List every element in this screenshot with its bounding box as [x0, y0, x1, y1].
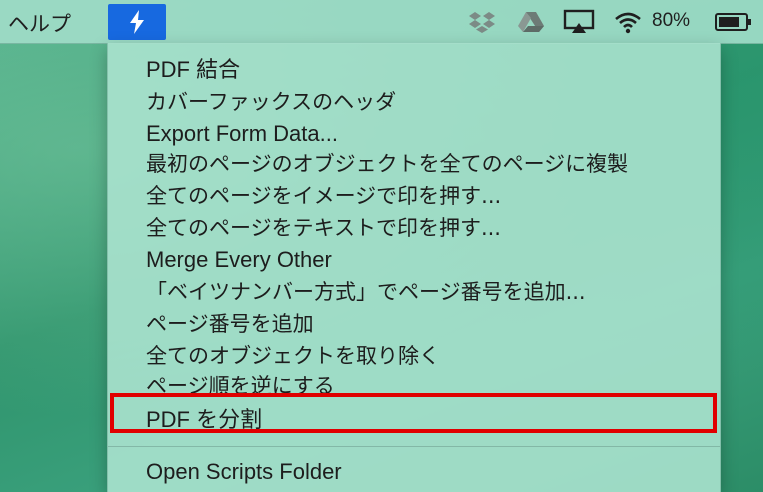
menu-item-add-bates-numbers[interactable]: 「ベイツナンバー方式」でページ番号を追加...: [146, 277, 586, 307]
menu-item-add-page-numbers[interactable]: ページ番号を追加: [146, 309, 314, 339]
menu-item-stamp-text-all-pages[interactable]: 全てのページをテキストで印を押す...: [146, 213, 501, 243]
wifi-icon[interactable]: [614, 9, 642, 35]
menu-separator: [108, 446, 720, 447]
script-menu-extra[interactable]: [108, 4, 166, 40]
dropbox-icon[interactable]: [468, 9, 496, 35]
menu-help[interactable]: ヘルプ: [8, 8, 71, 38]
menu-item-export-form-data[interactable]: Export Form Data...: [146, 119, 338, 149]
highlight-box: [110, 393, 717, 433]
battery-icon[interactable]: [715, 9, 753, 35]
menu-item-stamp-image-all-pages[interactable]: 全てのページをイメージで印を押す...: [146, 181, 501, 211]
menu-item-merge-every-other[interactable]: Merge Every Other: [146, 245, 332, 275]
menu-bar: ヘルプ 80%: [0, 0, 763, 44]
menu-item-duplicate-first-page-objects[interactable]: 最初のページのオブジェクトを全てのページに複製: [146, 149, 628, 179]
menu-item-remove-all-objects[interactable]: 全てのオブジェクトを取り除く: [146, 341, 440, 371]
google-drive-icon[interactable]: [517, 9, 545, 35]
battery-percent: 80%: [652, 10, 691, 31]
menu-item-open-scripts-folder[interactable]: Open Scripts Folder: [146, 457, 342, 487]
menu-item-pdf-combine[interactable]: PDF 結合: [146, 55, 240, 85]
menu-item-cover-fax-header[interactable]: カバーファックスのヘッダ: [146, 87, 396, 117]
script-bolt-icon: [130, 10, 144, 34]
airplay-icon[interactable]: [563, 9, 595, 35]
